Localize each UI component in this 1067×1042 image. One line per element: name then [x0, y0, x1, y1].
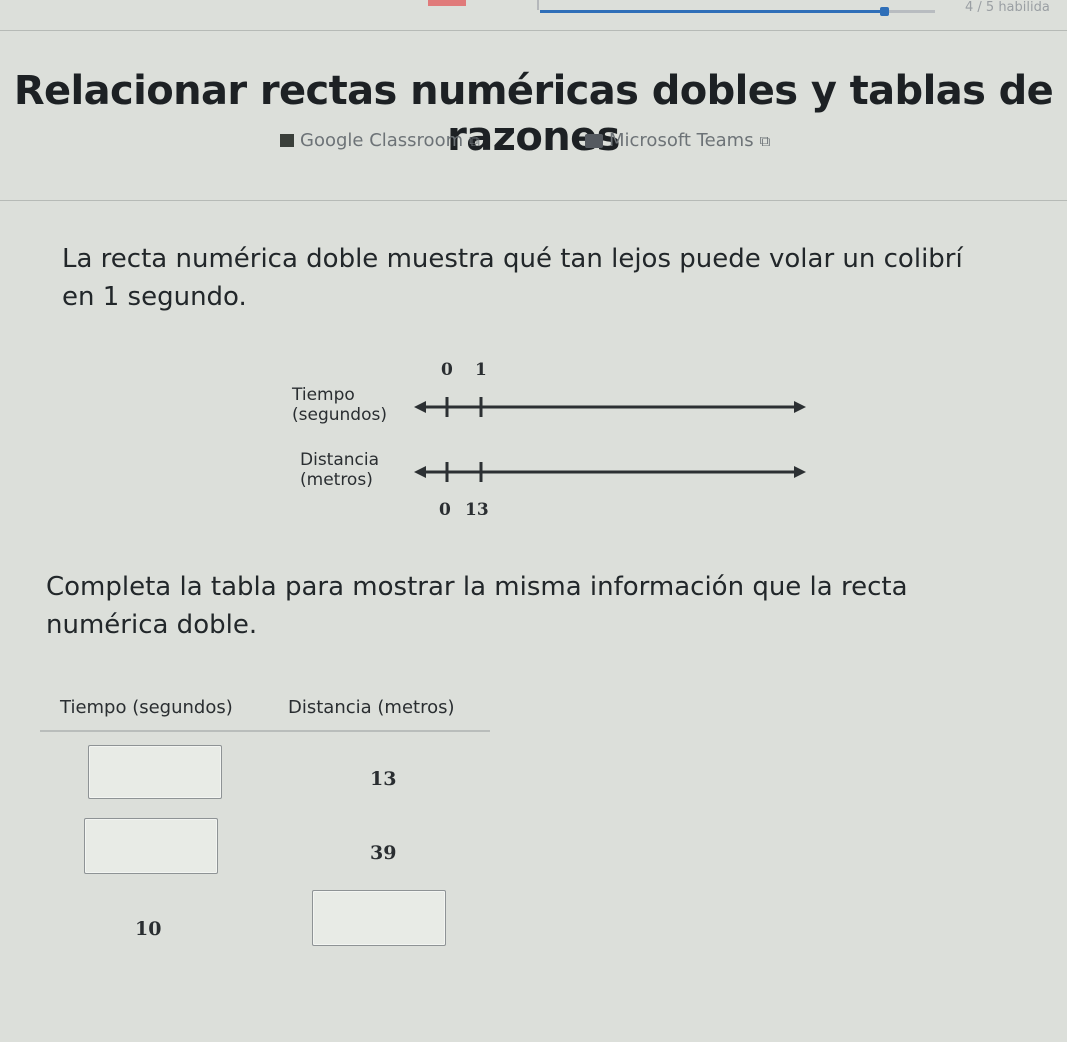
external-link-icon: ⧉: [759, 131, 771, 150]
time-value-row-3: 10: [135, 918, 162, 940]
distance-input-row-3[interactable]: [312, 890, 446, 946]
external-link-icon: ⧉: [469, 131, 480, 150]
microsoft-teams-link[interactable]: Microsoft Teams ⧉: [585, 130, 770, 151]
top-bar: 4 / 5 habilida: [0, 0, 1067, 40]
status-marker: [428, 0, 466, 6]
microsoft-teams-label: Microsoft Teams: [609, 130, 754, 151]
time-input-row-1[interactable]: [88, 745, 222, 799]
google-classroom-link[interactable]: Google Classroom ⧉: [280, 130, 480, 151]
share-links: Google Classroom ⧉ Microsoft Teams ⧉: [0, 130, 1067, 160]
double-number-line: Tiempo (segundos) Distancia (metros) 0 1…: [270, 355, 830, 535]
distance-value-row-2: 39: [370, 842, 397, 864]
time-number-line: [414, 397, 806, 417]
table-header-time: Tiempo (segundos): [60, 697, 233, 718]
skill-progress-handle: [880, 7, 889, 16]
time-input-row-2[interactable]: [84, 818, 218, 874]
divider: [537, 0, 539, 10]
microsoft-teams-icon: [585, 133, 603, 148]
table-header-divider: [40, 730, 490, 732]
google-classroom-label: Google Classroom: [300, 130, 464, 151]
instruction-text: Completa la tabla para mostrar la misma …: [46, 572, 908, 640]
distance-value-row-1: 13: [370, 768, 397, 790]
distance-number-line: [414, 462, 806, 482]
skill-progress-bar: [540, 7, 935, 16]
question-prompt: La recta numérica doble muestra qué tan …: [62, 244, 963, 312]
google-classroom-icon: [280, 134, 294, 147]
section-divider: [0, 200, 1067, 201]
double-number-line-graphic: [414, 397, 806, 482]
skill-progress-text: 4 / 5 habilida: [965, 0, 1050, 15]
skill-progress-fill: [540, 10, 884, 13]
table-header-distance: Distancia (metros): [288, 697, 455, 718]
header-divider: [0, 30, 1067, 31]
